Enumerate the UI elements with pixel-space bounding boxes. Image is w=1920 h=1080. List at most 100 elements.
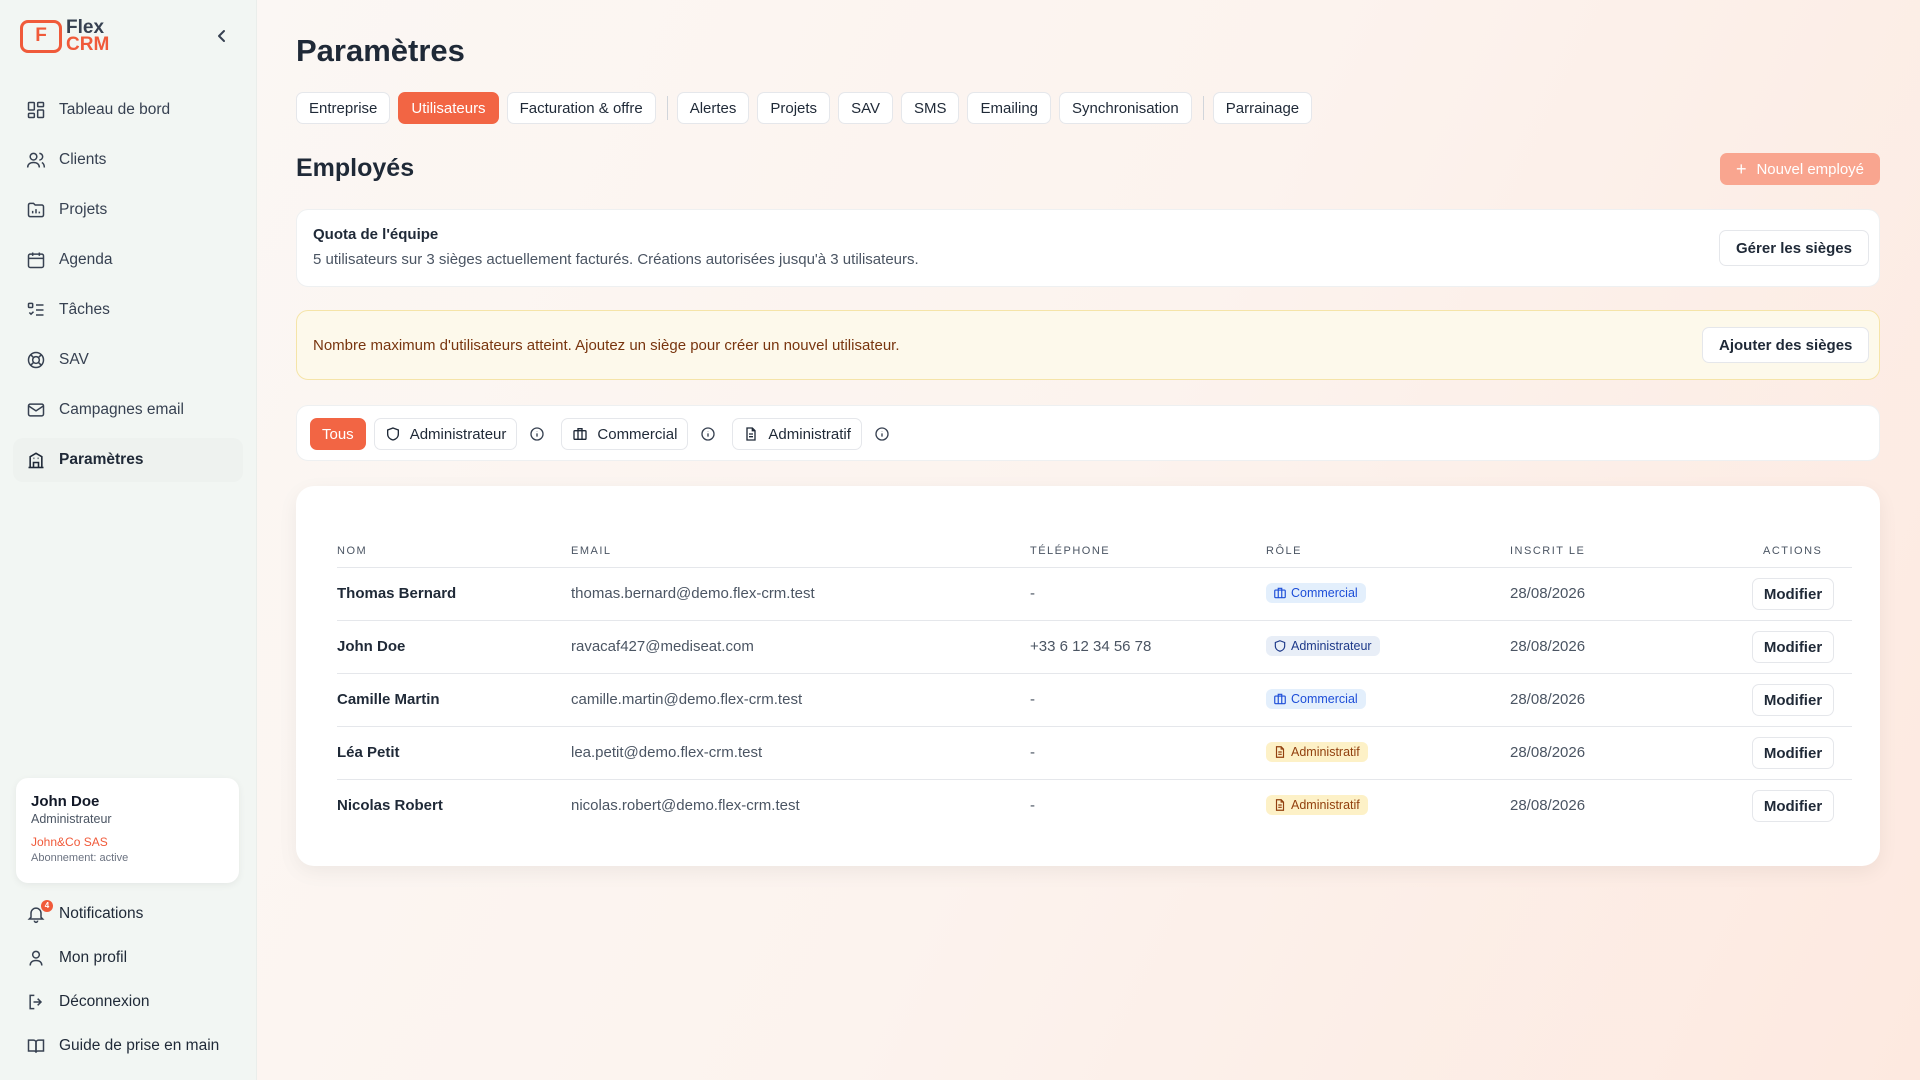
- new-employee-label: Nouvel employé: [1756, 160, 1865, 178]
- filter-commercial[interactable]: Commercial: [561, 418, 689, 450]
- quota-text: 5 utilisateurs sur 3 sièges actuellement…: [313, 251, 919, 268]
- folder-chart-icon: [26, 200, 46, 220]
- plus-icon: +: [1735, 158, 1747, 179]
- logo-line-2: CRM: [66, 34, 110, 55]
- document-icon: [1273, 798, 1287, 812]
- tab-alertes[interactable]: Alertes: [676, 92, 750, 124]
- tab-entreprise[interactable]: Entreprise: [296, 92, 391, 124]
- sidebar-item-dashboard[interactable]: Tableau de bord: [13, 88, 243, 132]
- sidebar-item-label: Paramètres: [59, 451, 144, 468]
- employee-email: thomas.bernard@demo.flex-crm.test: [571, 585, 815, 602]
- tab-projets[interactable]: Projets: [757, 92, 831, 124]
- guide-link[interactable]: Guide de prise en main: [26, 1024, 246, 1068]
- logo-mark-icon: F: [20, 19, 62, 53]
- tab-emailing[interactable]: Emailing: [967, 92, 1052, 124]
- employee-name: Camille Martin: [337, 691, 440, 708]
- book-icon: [26, 1036, 46, 1056]
- sidebar-item-label: Projets: [59, 201, 108, 218]
- briefcase-icon: [572, 426, 588, 442]
- modify-button[interactable]: Modifier: [1752, 737, 1834, 769]
- tab-sav[interactable]: SAV: [838, 92, 893, 124]
- max-users-warning: Nombre maximum d'utilisateurs atteint. A…: [296, 310, 1880, 380]
- table-row: Léa Petit lea.petit@demo.flex-crm.test -…: [337, 726, 1852, 779]
- logo-text: Flex CRM: [66, 18, 110, 55]
- flexcrm-logo[interactable]: F Flex CRM: [20, 18, 110, 55]
- sidebar-item-label: Tableau de bord: [59, 101, 171, 118]
- filter-all[interactable]: Tous: [310, 418, 366, 450]
- sidebar-item-campagnes-email[interactable]: Campagnes email: [13, 388, 243, 432]
- column-header-role: RÔLE: [1266, 545, 1302, 557]
- sidebar-bottom-links: 4 Notifications Mon profil Déconnexion G…: [26, 892, 246, 1068]
- manage-seats-button[interactable]: Gérer les sièges: [1719, 230, 1869, 266]
- logout-label: Déconnexion: [59, 993, 150, 1010]
- employee-date: 28/08/2026: [1510, 744, 1586, 761]
- role-label: Administrateur: [1291, 639, 1372, 653]
- notifications-link[interactable]: 4 Notifications: [26, 892, 246, 936]
- tab-divider: [1202, 96, 1204, 120]
- sidebar-item-sav[interactable]: SAV: [13, 338, 243, 382]
- info-icon[interactable]: [700, 426, 716, 442]
- tab-parrainage[interactable]: Parrainage: [1212, 92, 1313, 124]
- employees-table: NOM EMAIL TÉLÉPHONE RÔLE INSCRIT LE ACTI…: [296, 486, 1880, 866]
- settings-building-icon: [26, 450, 46, 470]
- tasks-icon: [26, 300, 46, 320]
- column-header-phone: TÉLÉPHONE: [1030, 545, 1111, 557]
- chevron-left-icon[interactable]: [212, 24, 232, 48]
- user-company: John&Co SAS: [31, 835, 108, 849]
- modify-button[interactable]: Modifier: [1752, 790, 1834, 822]
- tab-divider: [666, 96, 668, 120]
- filter-administratif[interactable]: Administratif: [732, 418, 862, 450]
- briefcase-icon: [1273, 586, 1287, 600]
- sidebar-item-agenda[interactable]: Agenda: [13, 238, 243, 282]
- tab-facturation[interactable]: Facturation & offre: [506, 92, 656, 124]
- sidebar-item-label: Campagnes email: [59, 401, 184, 418]
- sidebar-item-label: Tâches: [59, 301, 110, 318]
- sidebar-item-taches[interactable]: Tâches: [13, 288, 243, 332]
- tab-sms[interactable]: SMS: [900, 92, 960, 124]
- employee-email: lea.petit@demo.flex-crm.test: [571, 744, 763, 761]
- user-name: John Doe: [31, 793, 100, 810]
- table-row: John Doe ravacaf427@mediseat.com +33 6 1…: [337, 620, 1852, 673]
- new-employee-button[interactable]: + Nouvel employé: [1720, 153, 1880, 185]
- modify-button[interactable]: Modifier: [1752, 684, 1834, 716]
- employee-phone: -: [1030, 585, 1035, 602]
- employee-date: 28/08/2026: [1510, 638, 1586, 655]
- tab-synchronisation[interactable]: Synchronisation: [1059, 92, 1192, 124]
- user-card: John Doe Administrateur John&Co SAS Abon…: [16, 778, 239, 883]
- modify-button[interactable]: Modifier: [1752, 631, 1834, 663]
- lifebuoy-icon: [26, 350, 46, 370]
- table-row: Camille Martin camille.martin@demo.flex-…: [337, 673, 1852, 726]
- mail-icon: [26, 400, 46, 420]
- filter-administrateur[interactable]: Administrateur: [373, 418, 518, 450]
- column-header-email: EMAIL: [571, 545, 612, 557]
- sidebar-item-label: Agenda: [59, 251, 113, 268]
- profile-link[interactable]: Mon profil: [26, 936, 246, 980]
- sidebar-item-parametres[interactable]: Paramètres: [13, 438, 243, 482]
- sidebar: F Flex CRM Tableau de bord Clients Proje…: [0, 0, 257, 1080]
- logout-link[interactable]: Déconnexion: [26, 980, 246, 1024]
- info-icon[interactable]: [874, 426, 890, 442]
- sidebar-item-projets[interactable]: Projets: [13, 188, 243, 232]
- bell-icon: 4: [26, 900, 53, 924]
- dashboard-icon: [26, 100, 46, 120]
- employee-phone: +33 6 12 34 56 78: [1030, 638, 1152, 655]
- settings-tabs: Entreprise Utilisateurs Facturation & of…: [296, 92, 1320, 124]
- tab-utilisateurs[interactable]: Utilisateurs: [398, 92, 499, 124]
- role-badge: Administratif: [1266, 742, 1368, 762]
- employee-date: 28/08/2026: [1510, 585, 1586, 602]
- role-label: Commercial: [1291, 586, 1358, 600]
- employee-date: 28/08/2026: [1510, 797, 1586, 814]
- table-row: Thomas Bernard thomas.bernard@demo.flex-…: [337, 567, 1852, 620]
- info-icon[interactable]: [529, 426, 545, 442]
- notifications-label: Notifications: [59, 905, 144, 922]
- user-icon: [26, 948, 46, 968]
- modify-button[interactable]: Modifier: [1752, 578, 1834, 610]
- subscription-status: Abonnement: active: [31, 852, 129, 864]
- column-header-name: NOM: [337, 545, 368, 557]
- briefcase-icon: [1273, 692, 1287, 706]
- sidebar-item-clients[interactable]: Clients: [13, 138, 243, 182]
- quota-title: Quota de l'équipe: [313, 226, 439, 243]
- users-icon: [26, 150, 46, 170]
- add-seats-button[interactable]: Ajouter des sièges: [1702, 327, 1870, 363]
- filter-label: Commercial: [597, 425, 678, 443]
